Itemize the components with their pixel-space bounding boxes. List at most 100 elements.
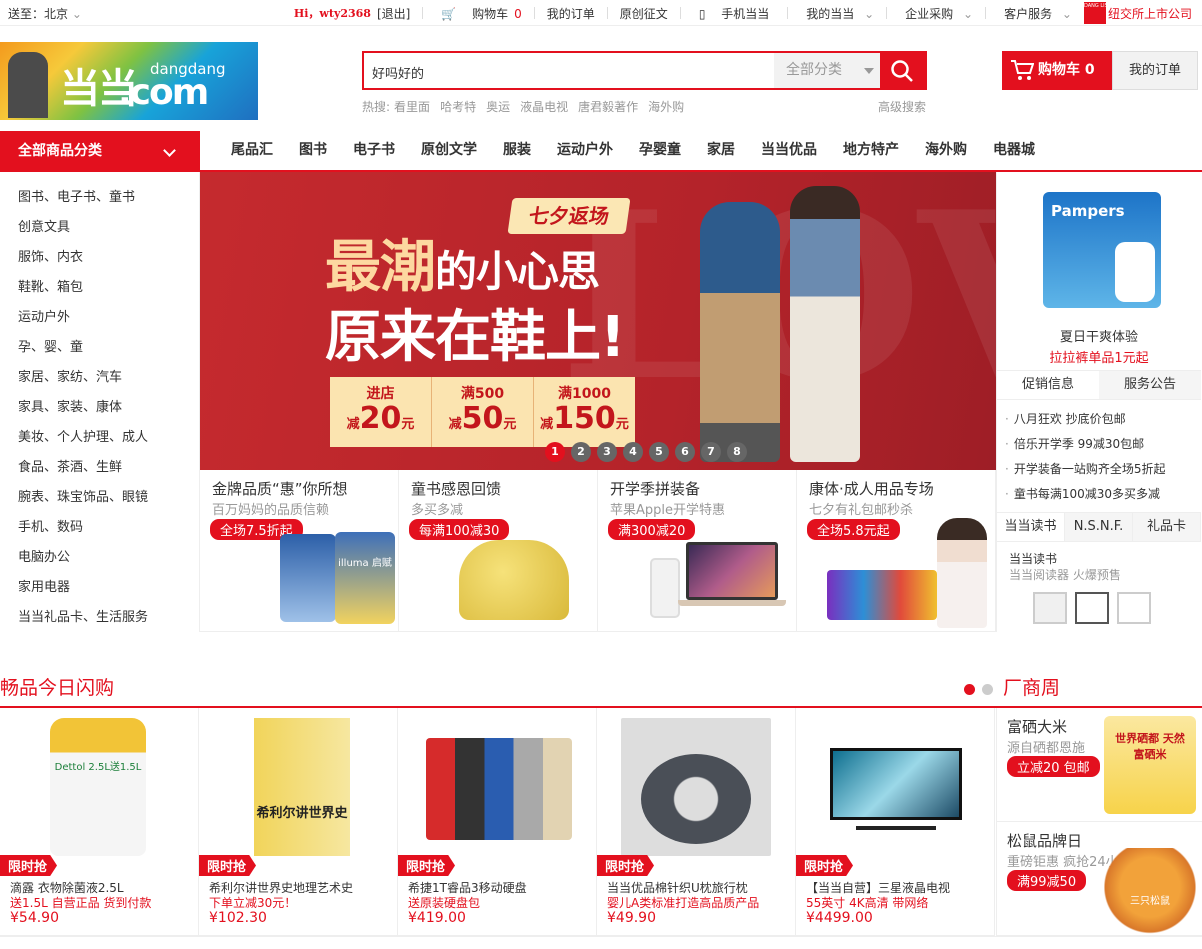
nav-item[interactable]: 电器城 [980, 131, 1048, 170]
nav-item[interactable]: 图书 [286, 131, 340, 170]
tv-stand [856, 826, 936, 830]
promo-tile[interactable]: 童书感恩回馈 多买多减 每满100减30 [399, 470, 598, 632]
hot-search-item[interactable]: 奥运 [486, 100, 510, 114]
banner-dot[interactable]: 3 [597, 442, 617, 462]
banner-dot[interactable]: 1 [545, 442, 565, 462]
nav-item[interactable]: 家居 [694, 131, 748, 170]
product-desc: 送原装硬盘包 [408, 896, 481, 910]
search-button[interactable] [880, 53, 925, 88]
product-card[interactable]: 希利尔讲世界史 限时抢 希利尔讲世界史地理艺术史 下单立减30元！ ¥102.3… [199, 708, 398, 936]
my-orders-link[interactable]: 我的订单 [547, 5, 595, 22]
sidebar-item[interactable]: 孕、婴、童 [18, 336, 83, 355]
tab-reading[interactable]: 当当读书 [997, 513, 1065, 541]
product-card[interactable]: 限时抢 【当当自营】三星液晶电视 55英寸 4K高清 带网络 ¥4499.00 [796, 708, 995, 936]
banner-dot[interactable]: 5 [649, 442, 669, 462]
search-input[interactable]: 好吗好的 [372, 63, 424, 82]
milk-powder-image [280, 534, 336, 622]
ereader-icon[interactable] [1117, 592, 1151, 624]
product-card[interactable]: Dettol 2.5L送1.5L 限时抢 滴露 衣物除菌液2.5L 送1.5L … [0, 708, 199, 936]
banner-dot[interactable]: 2 [571, 442, 591, 462]
hot-search-item[interactable]: 海外购 [648, 100, 684, 114]
sidebar-item[interactable]: 创意文具 [18, 216, 70, 235]
all-categories-button[interactable]: 全部商品分类 [0, 131, 200, 172]
news-item[interactable]: 八月狂欢 抄底价包邮 [1005, 410, 1126, 427]
location-selector[interactable]: 送至：北京 ⌄ [8, 5, 82, 22]
news-item[interactable]: 倍乐开学季 99减30包邮 [1005, 435, 1144, 452]
sidebar-item[interactable]: 家居、家纺、汽车 [18, 366, 122, 385]
promo-tile[interactable]: 金牌品质“惠”你所想 百万妈妈的品质信赖 全场7.5折起 illuma 启赋 [200, 470, 399, 632]
hero-banner[interactable]: LOVE 七夕返场 最潮的小心思 原来在鞋上! 进店减20元 满500减50元 … [200, 172, 996, 470]
banner-dot[interactable]: 6 [675, 442, 695, 462]
sidebar-item[interactable]: 家具、家装、康体 [18, 396, 122, 415]
sidebar-item[interactable]: 手机、数码 [18, 516, 83, 535]
sidebar-item[interactable]: 鞋靴、箱包 [18, 276, 83, 295]
tab-notice[interactable]: 服务公告 [1099, 371, 1201, 399]
flash-sale-title: 畅品今日闪购 [0, 677, 115, 699]
nav-item[interactable]: 地方特产 [830, 131, 912, 170]
logout-link[interactable]: [退出] [377, 5, 410, 22]
product-card[interactable]: 限时抢 希捷1T睿品3移动硬盘 送原装硬盘包 ¥419.00 [398, 708, 597, 936]
carousel-dot[interactable] [964, 684, 975, 695]
hot-search-item[interactable]: 看里面 [394, 100, 430, 114]
nav-item[interactable]: 尾品汇 [218, 131, 286, 170]
tab-promo[interactable]: 促销信息 [997, 371, 1099, 399]
reader-sub[interactable]: 当当阅读器 火爆预售 [1009, 566, 1121, 583]
nav-item[interactable]: 服装 [490, 131, 544, 170]
divider [886, 7, 888, 19]
nav-item[interactable]: 运动户外 [544, 131, 626, 170]
sidebar-item[interactable]: 服饰、内衣 [18, 246, 83, 265]
nav-item[interactable]: 电子书 [340, 131, 408, 170]
banner-dot[interactable]: 8 [727, 442, 747, 462]
original-writing-link[interactable]: 原创征文 [620, 5, 668, 22]
nav-item[interactable]: 孕婴童 [626, 131, 694, 170]
nav-item[interactable]: 原创文学 [408, 131, 490, 170]
enterprise-menu[interactable]: 企业采购 ⌄ [899, 5, 973, 22]
news-item[interactable]: 开学装备一站购齐全场5折起 [1005, 460, 1166, 477]
brand-tile[interactable]: 松鼠品牌日 重磅钜惠 疯抢24小时 满99减50 三只松鼠 [996, 822, 1202, 936]
category-select[interactable]: 全部分类 [774, 53, 882, 88]
sidebar-item[interactable]: 运动户外 [18, 306, 70, 325]
ereader-icon[interactable] [1075, 592, 1109, 624]
sidebar-item[interactable]: 食品、茶酒、生鲜 [18, 456, 122, 475]
product-price: ¥102.30 [209, 910, 267, 926]
product-card[interactable]: 限时抢 当当优品棉针织U枕旅行枕 婴儿A类标准打造高品质产品 ¥49.90 [597, 708, 796, 936]
top-cart-link[interactable]: 🛒 购物车 0 [435, 5, 521, 22]
ad-caption-red[interactable]: 拉拉裤单品1元起 [997, 347, 1201, 366]
mobile-link[interactable]: ▯ 手机当当 [693, 5, 775, 22]
flash-flag: 限时抢 [0, 855, 58, 876]
baby-image [1115, 242, 1155, 302]
banner-dot[interactable]: 4 [623, 442, 643, 462]
nav-item[interactable]: 海外购 [912, 131, 980, 170]
my-orders-button[interactable]: 我的订单 [1112, 51, 1198, 90]
sidebar-item[interactable]: 美妆、个人护理、成人 [18, 426, 148, 445]
iphone-image [650, 558, 680, 618]
banner-dot[interactable]: 7 [701, 442, 721, 462]
hot-search-item[interactable]: 唐君毅著作 [578, 100, 638, 114]
hot-search-item[interactable]: 哈考特 [440, 100, 476, 114]
news-item[interactable]: 童书每满100减30多买多减 [1005, 485, 1160, 502]
tab-nsnf[interactable]: N.S.N.F. [1065, 513, 1133, 541]
dangdang-logo[interactable]: 当当 dangdang .com [0, 42, 258, 120]
sidebar-item[interactable]: 电脑办公 [18, 546, 70, 565]
nyse-link[interactable]: 纽交所上市公司 [1108, 5, 1192, 22]
carousel-dot[interactable] [982, 684, 993, 695]
advanced-search-link[interactable]: 高级搜索 [878, 98, 926, 115]
promo-tile[interactable]: 开学季拼装备 苹果Apple开学特惠 满300减20 [598, 470, 797, 632]
customer-service-menu[interactable]: 客户服务 ⌄ [998, 5, 1072, 22]
divider [606, 7, 608, 19]
ereader-icon[interactable] [1033, 592, 1067, 624]
product-price: ¥4499.00 [806, 910, 873, 926]
tab-giftcard[interactable]: 礼品卡 [1133, 513, 1201, 541]
brand-tile[interactable]: 富硒大米 源自硒都恩施 立减20 包邮 世界硒都 天然富硒米 [996, 708, 1202, 822]
cart-button[interactable]: 购物车 0 [1002, 51, 1112, 90]
sidebar-item[interactable]: 图书、电子书、童书 [18, 186, 135, 205]
nav-item[interactable]: 当当优品 [748, 131, 830, 170]
pampers-ad[interactable]: Pampers [1043, 192, 1161, 308]
my-dangdang-menu[interactable]: 我的当当 ⌄ [800, 5, 874, 22]
divider [533, 7, 535, 19]
sidebar-item[interactable]: 当当礼品卡、生活服务 [18, 606, 148, 625]
sidebar-item[interactable]: 家用电器 [18, 576, 70, 595]
hot-search-item[interactable]: 液晶电视 [520, 100, 568, 114]
sidebar-item[interactable]: 腕表、珠宝饰品、眼镜 [18, 486, 148, 505]
promo-tile[interactable]: 康体·成人用品专场 七夕有礼包邮秒杀 全场5.8元起 [797, 470, 996, 632]
